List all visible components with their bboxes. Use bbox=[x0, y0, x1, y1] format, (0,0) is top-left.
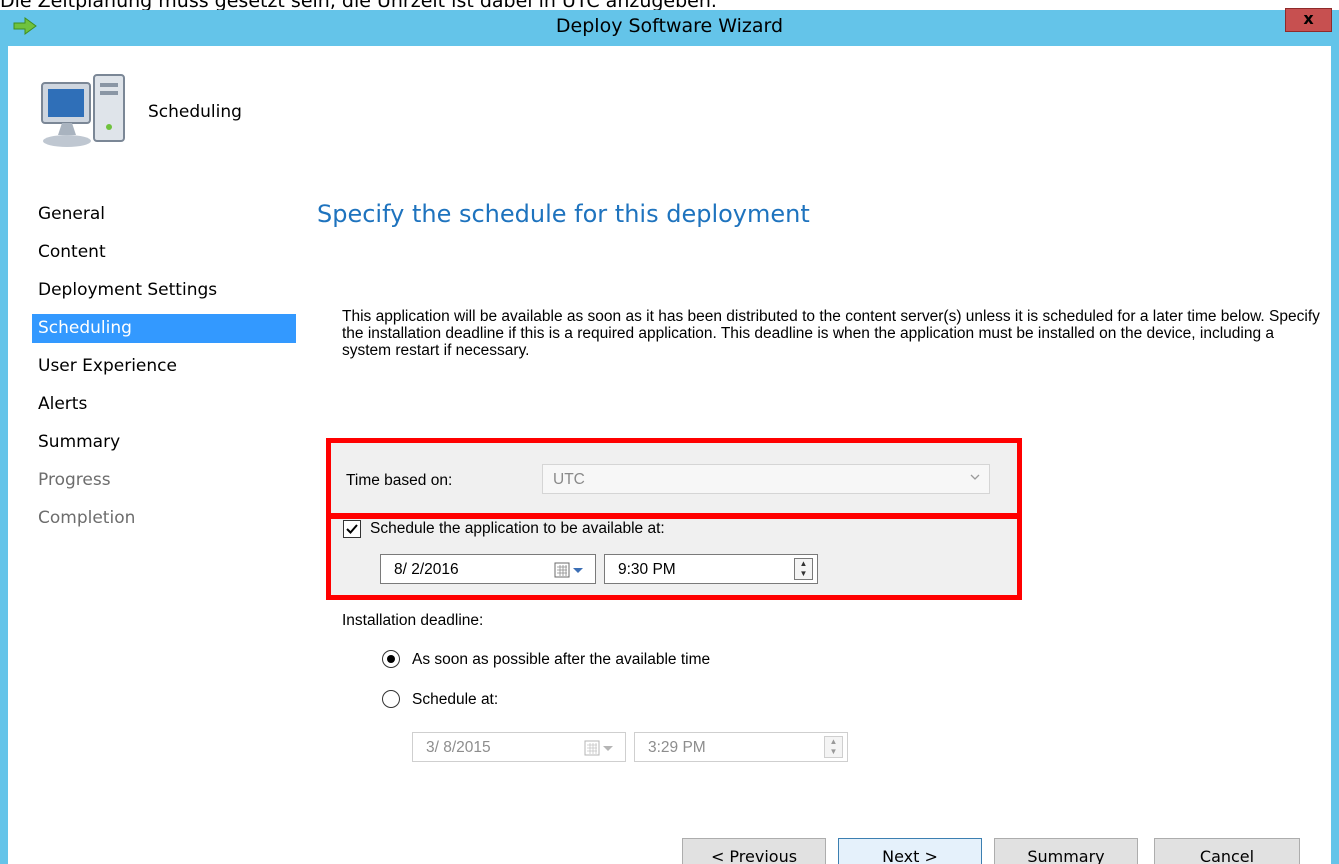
available-time-picker[interactable]: 9:30 PM ▲ ▼ bbox=[604, 554, 818, 584]
deadline-time-picker: 3:29 PM ▲ ▼ bbox=[634, 732, 848, 762]
previous-button[interactable]: < Previous bbox=[682, 838, 826, 864]
radio-selected-dot bbox=[387, 655, 395, 663]
computer-icon bbox=[41, 74, 125, 147]
deadline-date-picker: 3/ 8/2015 bbox=[412, 732, 626, 762]
nav-item-summary[interactable]: Summary bbox=[32, 424, 296, 462]
deadline-schedule-radio[interactable] bbox=[382, 690, 400, 708]
cancel-button[interactable]: Cancel bbox=[1154, 838, 1300, 864]
wizard-nav: General Content Deployment Settings Sche… bbox=[32, 196, 296, 538]
nav-item-content[interactable]: Content bbox=[32, 234, 296, 272]
title-bar[interactable]: Deploy Software Wizard x bbox=[0, 8, 1339, 46]
time-based-label: Time based on: bbox=[346, 472, 453, 489]
time-based-value: UTC bbox=[553, 471, 585, 488]
calendar-dropdown-icon[interactable] bbox=[553, 560, 587, 580]
nav-item-progress: Progress bbox=[38, 470, 111, 490]
spinner-up-icon: ▲ bbox=[829, 737, 838, 746]
deadline-time-value: 3:29 PM bbox=[648, 739, 706, 756]
schedule-available-checkbox[interactable] bbox=[343, 520, 361, 538]
calendar-dropdown-icon bbox=[584, 740, 613, 756]
next-button[interactable]: Next > bbox=[838, 838, 982, 864]
available-date-value: 8/ 2/2016 bbox=[394, 561, 459, 578]
time-based-select[interactable]: UTC bbox=[542, 464, 990, 494]
deadline-asap-label: As soon as possible after the available … bbox=[412, 651, 711, 668]
nav-item-alerts[interactable]: Alerts bbox=[32, 386, 296, 424]
schedule-available-label: Schedule the application to be available… bbox=[370, 520, 665, 537]
chevron-down-icon bbox=[970, 474, 980, 480]
nav-item-scheduling[interactable]: Scheduling bbox=[32, 314, 296, 343]
spinner-down-icon[interactable]: ▼ bbox=[795, 569, 812, 579]
deadline-asap-radio[interactable] bbox=[382, 650, 400, 668]
nav-item-deployment-settings[interactable]: Deployment Settings bbox=[32, 272, 296, 310]
header-title: Scheduling bbox=[148, 102, 242, 122]
deadline-label: Installation deadline: bbox=[342, 612, 484, 629]
spinner-down-icon: ▼ bbox=[829, 747, 838, 756]
deadline-schedule-label: Schedule at: bbox=[412, 691, 499, 708]
checkmark-icon bbox=[346, 524, 358, 534]
available-date-picker[interactable]: 8/ 2/2016 bbox=[380, 554, 596, 584]
time-spinner[interactable]: ▲ ▼ bbox=[794, 558, 813, 580]
deadline-date-value: 3/ 8/2015 bbox=[426, 739, 491, 756]
page-heading: Specify the schedule for this deployment bbox=[317, 200, 810, 228]
time-spinner: ▲ ▼ bbox=[824, 736, 843, 758]
wizard-client-area: Scheduling General Content Deployment Se… bbox=[8, 46, 1331, 864]
wizard-window: Deploy Software Wizard x Scheduling Gene… bbox=[0, 8, 1339, 864]
spinner-up-icon[interactable]: ▲ bbox=[795, 559, 812, 569]
window-title: Deploy Software Wizard bbox=[555, 15, 784, 37]
close-button[interactable]: x bbox=[1285, 8, 1332, 32]
description-text: This application will be available as so… bbox=[342, 308, 1320, 359]
nav-item-completion: Completion bbox=[38, 508, 136, 528]
nav-item-general[interactable]: General bbox=[32, 196, 296, 234]
summary-button[interactable]: Summary bbox=[994, 838, 1138, 864]
available-time-value: 9:30 PM bbox=[618, 561, 676, 578]
nav-item-user-experience[interactable]: User Experience bbox=[32, 348, 296, 386]
